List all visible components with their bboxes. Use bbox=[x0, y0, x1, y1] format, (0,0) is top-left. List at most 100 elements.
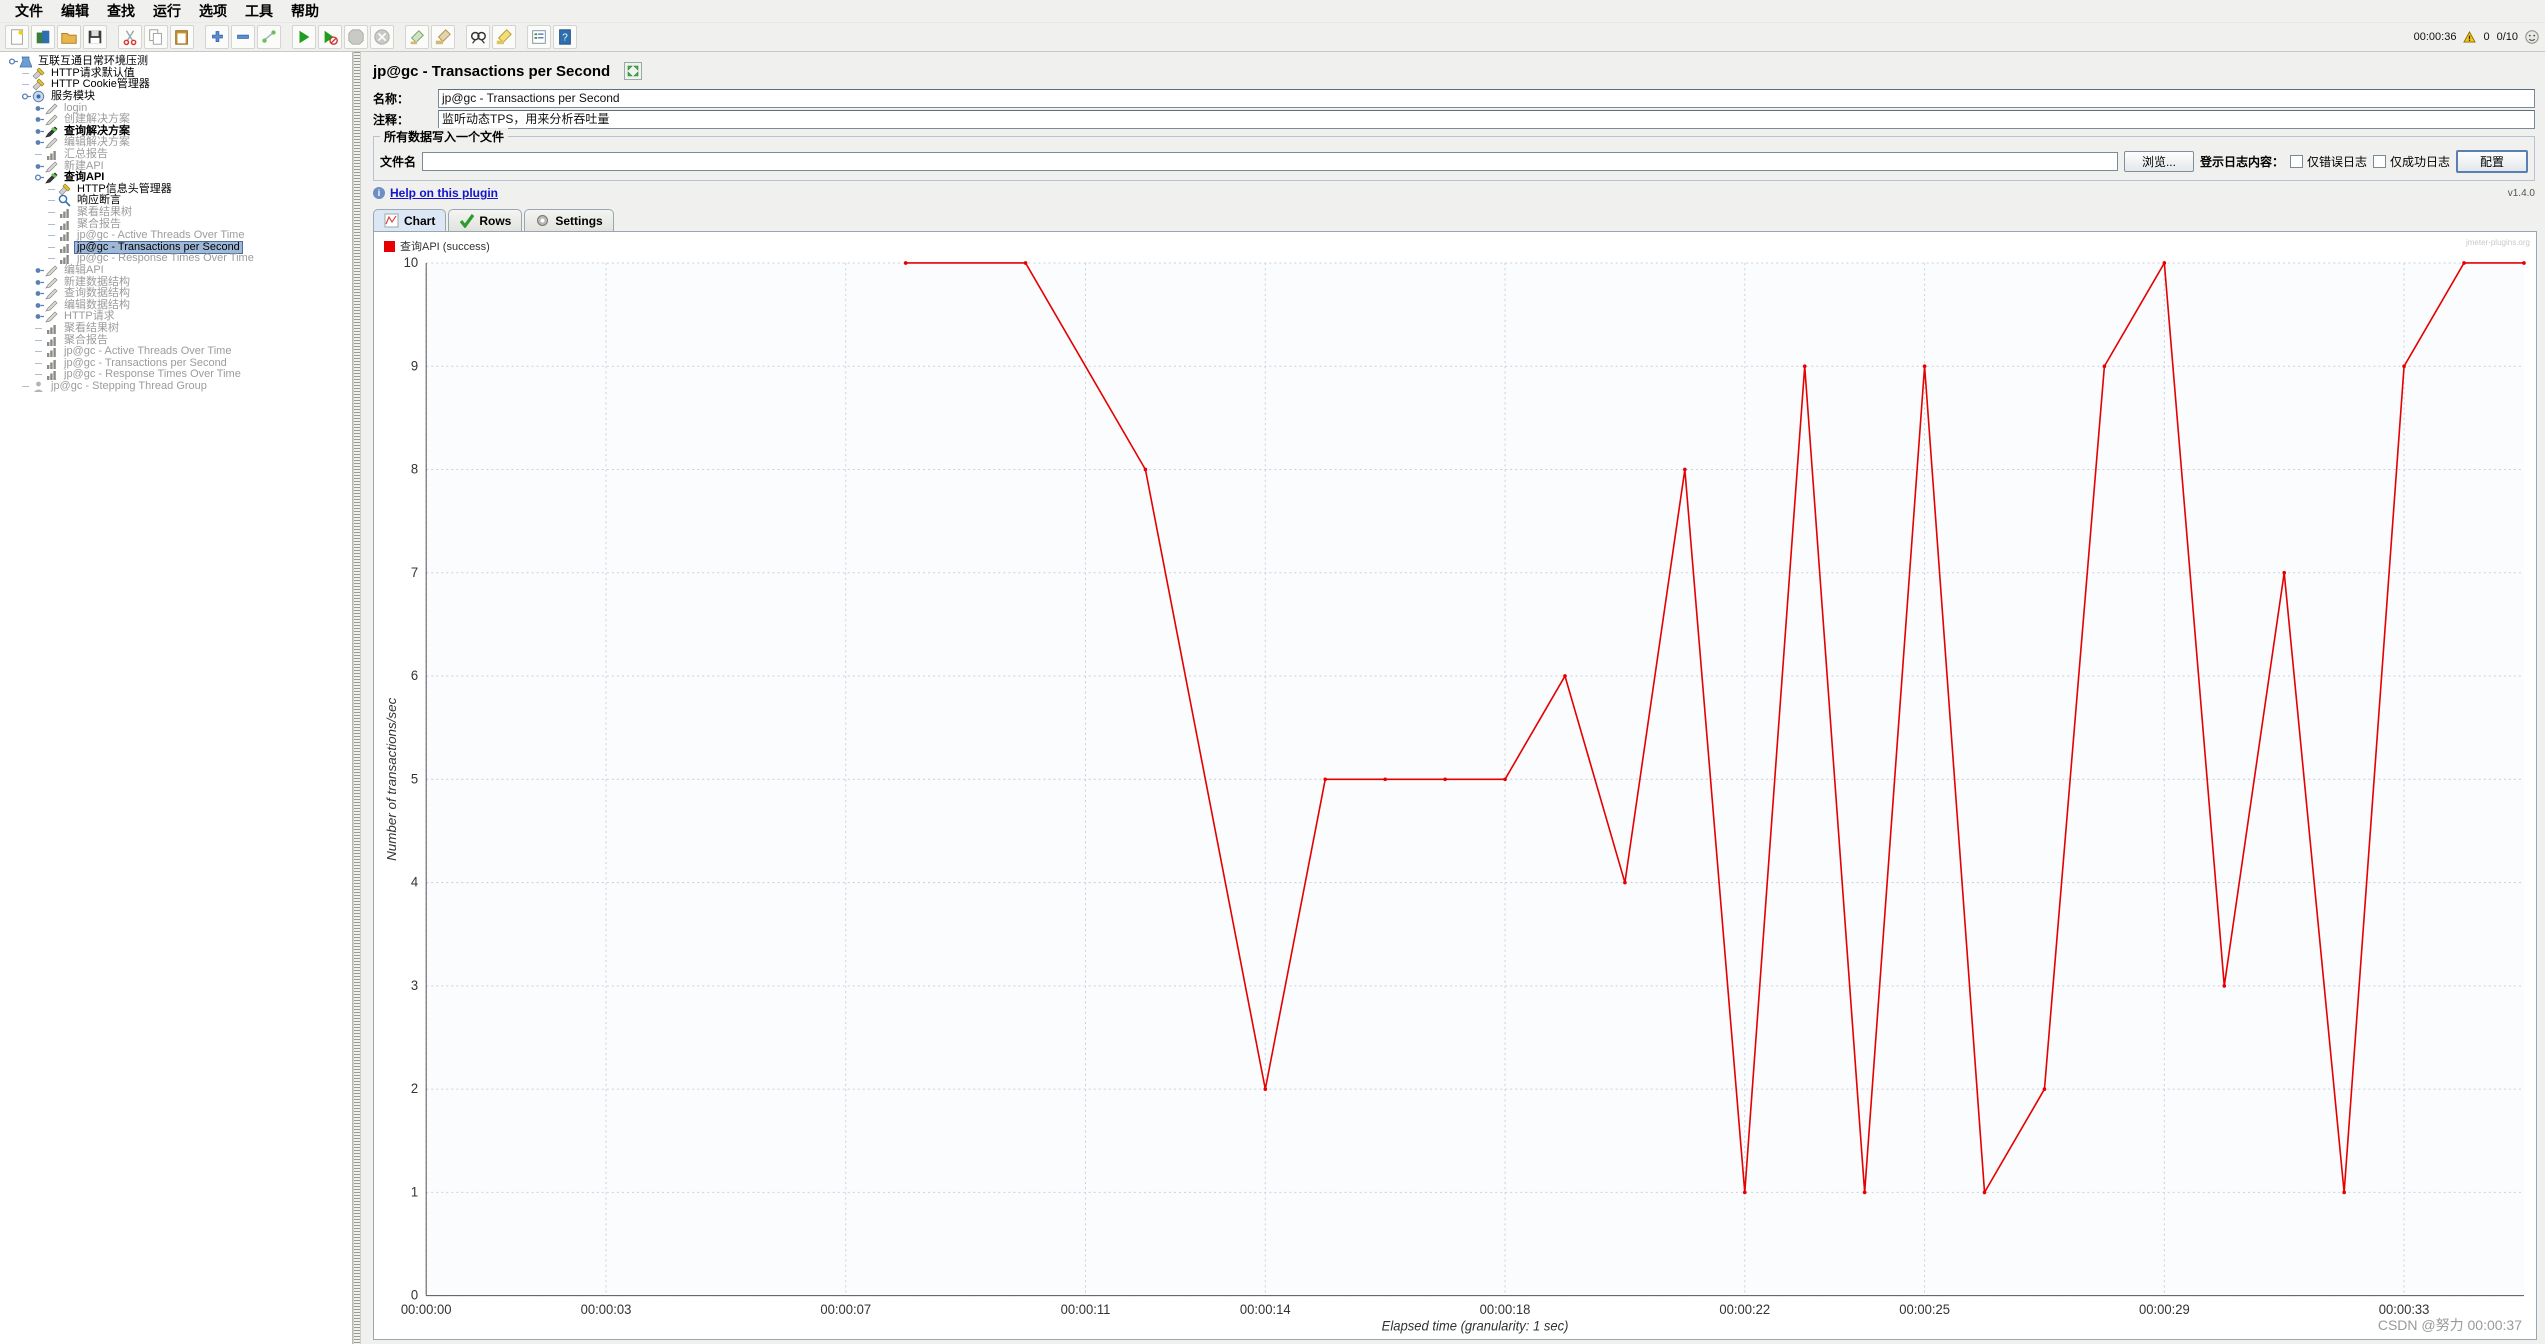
menu-file[interactable]: 文件 bbox=[6, 0, 52, 23]
name-row: 名称： jp@gc - Transactions per Second bbox=[361, 88, 2545, 109]
tree-node[interactable]: login bbox=[0, 102, 352, 115]
help-link[interactable]: Help on this plugin bbox=[390, 186, 498, 200]
tree-toggle-collapsed[interactable] bbox=[34, 103, 45, 114]
errors-only-checkbox[interactable] bbox=[2289, 155, 2303, 168]
cut-icon[interactable] bbox=[118, 25, 142, 49]
tree-node[interactable]: 编辑数据结构 bbox=[0, 299, 352, 312]
open-icon[interactable] bbox=[57, 25, 81, 49]
menu-options[interactable]: 选项 bbox=[190, 0, 236, 23]
tps-line-chart[interactable]: 0 1 2 3 4 5 6 7 8 9 10 00:00:00 00:00:03 00:00:07 00:0… bbox=[374, 232, 2536, 1339]
tree-node[interactable]: 编辑解决方案 bbox=[0, 136, 352, 150]
expand-arrows-icon[interactable] bbox=[624, 62, 643, 80]
start-no-timers-icon[interactable] bbox=[318, 25, 342, 49]
comment-input[interactable]: 监听动态TPS，用来分析吞吐量 bbox=[438, 110, 2535, 129]
tab-chart[interactable]: Chart bbox=[373, 209, 447, 231]
test-plan-tree[interactable]: 互联互通日常环境压测 HTTP请求默认值 HTTP Cookie管理器 服务模块 log… bbox=[0, 52, 352, 392]
tree-node[interactable]: HTTP请求 bbox=[0, 311, 352, 323]
tree-toggle-collapsed[interactable] bbox=[34, 265, 45, 276]
shutdown-icon[interactable] bbox=[370, 25, 394, 49]
tree-node[interactable]: 服务模块 bbox=[0, 91, 352, 103]
tree-toggle-collapsed[interactable] bbox=[34, 126, 45, 137]
tree-node[interactable]: 响应断言 bbox=[0, 195, 352, 207]
clear-icon[interactable] bbox=[405, 25, 429, 49]
search-reset-icon[interactable] bbox=[492, 25, 516, 49]
tree-node[interactable]: jp@gc - Stepping Thread Group bbox=[0, 380, 352, 393]
tree-node[interactable]: 查询解决方案 bbox=[0, 125, 352, 138]
y-axis-tick-label: 4 bbox=[411, 875, 418, 890]
tree-leaf-marker bbox=[21, 381, 32, 392]
toggle-icon[interactable] bbox=[257, 25, 281, 49]
tree-toggle-expanded[interactable] bbox=[8, 56, 19, 67]
copy-icon[interactable] bbox=[144, 25, 168, 49]
tree-node[interactable]: jp@gc - Transactions per Second bbox=[0, 357, 352, 369]
tree-node[interactable]: 新建API bbox=[0, 160, 352, 173]
tree-node-label: 新建数据结构 bbox=[64, 275, 130, 288]
test-plan-tree-pane[interactable]: 互联互通日常环境压测 HTTP请求默认值 HTTP Cookie管理器 服务模块 log… bbox=[0, 52, 353, 1344]
tree-toggle-collapsed[interactable] bbox=[34, 277, 45, 288]
new-icon[interactable] bbox=[5, 25, 29, 49]
tree-node[interactable]: 查询API bbox=[0, 172, 352, 184]
tree-toggle-collapsed[interactable] bbox=[34, 311, 45, 322]
tree-node[interactable]: 创建解决方案 bbox=[0, 114, 352, 126]
stop-icon[interactable] bbox=[344, 25, 368, 49]
tree-node[interactable]: 聚看结果树 bbox=[0, 322, 352, 335]
tree-toggle-expanded[interactable] bbox=[21, 91, 32, 102]
tree-node[interactable]: 聚看结果树 bbox=[0, 207, 352, 219]
save-icon[interactable] bbox=[83, 25, 107, 49]
menu-search[interactable]: 查找 bbox=[98, 0, 144, 23]
chart-data-point bbox=[2222, 983, 2227, 988]
menu-help[interactable]: 帮助 bbox=[282, 0, 328, 23]
tree-node[interactable]: jp@gc - Response Times Over Time bbox=[0, 253, 352, 265]
expand-icon[interactable] bbox=[205, 25, 229, 49]
templates-icon[interactable] bbox=[31, 25, 55, 49]
tree-node[interactable]: 新建数据结构 bbox=[0, 275, 352, 289]
success-only-checkbox[interactable] bbox=[2372, 155, 2386, 168]
warning-triangle-icon[interactable] bbox=[2463, 31, 2477, 43]
split-divider[interactable] bbox=[353, 52, 361, 1344]
tree-node[interactable]: jp@gc - Transactions per Second bbox=[0, 240, 352, 254]
tree-leaf-marker bbox=[21, 79, 32, 90]
menu-edit[interactable]: 编辑 bbox=[52, 0, 98, 23]
tree-toggle-collapsed[interactable] bbox=[34, 114, 45, 125]
tree-node[interactable]: 查询数据结构 bbox=[0, 288, 352, 300]
chart-data-point bbox=[1563, 674, 1567, 678]
chart-container[interactable]: 查询API (success) jmeter-plugins.org 0 1 2 3 4… bbox=[373, 231, 2537, 1340]
name-input[interactable]: jp@gc - Transactions per Second bbox=[438, 89, 2535, 108]
browse-button[interactable]: 浏览... bbox=[2123, 151, 2194, 172]
collapse-icon[interactable] bbox=[231, 25, 255, 49]
tab-bar[interactable]: Chart Rows Settings bbox=[361, 207, 2545, 231]
tab-settings[interactable]: Settings bbox=[524, 209, 614, 231]
tree-toggle-collapsed[interactable] bbox=[34, 137, 45, 148]
tree-node[interactable]: 互联互通日常环境压测 bbox=[0, 56, 352, 68]
tree-node[interactable]: 汇总报告 bbox=[0, 149, 352, 161]
tree-node[interactable]: 编辑API bbox=[0, 264, 352, 277]
help-icon[interactable]: ? bbox=[553, 25, 577, 49]
y-axis-tick-label: 10 bbox=[404, 255, 419, 270]
search-icon[interactable] bbox=[466, 25, 490, 49]
clear-all-icon[interactable] bbox=[431, 25, 455, 49]
configure-button[interactable]: 配置 bbox=[2456, 150, 2528, 173]
menu-tools[interactable]: 工具 bbox=[236, 0, 282, 23]
tree-node[interactable]: 聚合报告 bbox=[0, 334, 352, 346]
filename-input[interactable] bbox=[422, 152, 2118, 171]
tab-rows[interactable]: Rows bbox=[448, 209, 523, 231]
tree-node-label: 编辑解决方案 bbox=[64, 136, 130, 149]
menu-run[interactable]: 运行 bbox=[144, 0, 190, 23]
tree-node[interactable]: 聚合报告 bbox=[0, 218, 352, 230]
paste-icon[interactable] bbox=[170, 25, 194, 49]
toolbar-status: 00:00:36 0 0/10 bbox=[2414, 23, 2539, 51]
remote-status-icon[interactable] bbox=[2525, 30, 2539, 44]
errors-only-checkbox-row[interactable]: 仅错误日志 bbox=[2289, 153, 2367, 170]
tree-toggle-expanded[interactable] bbox=[34, 172, 45, 183]
tree-node[interactable]: jp@gc - Response Times Over Time bbox=[0, 369, 352, 381]
success-only-checkbox-row[interactable]: 仅成功日志 bbox=[2372, 153, 2450, 170]
tree-node[interactable]: HTTP信息头管理器 bbox=[0, 183, 352, 196]
tree-leaf-marker bbox=[21, 68, 32, 79]
tree-node[interactable]: jp@gc - Active Threads Over Time bbox=[0, 346, 352, 358]
start-icon[interactable] bbox=[292, 25, 316, 49]
tree-node[interactable]: jp@gc - Active Threads Over Time bbox=[0, 230, 352, 242]
tree-toggle-collapsed[interactable] bbox=[34, 161, 45, 172]
tree-toggle-collapsed[interactable] bbox=[34, 300, 45, 311]
tree-toggle-collapsed[interactable] bbox=[34, 288, 45, 299]
function-helper-icon[interactable] bbox=[527, 25, 551, 49]
